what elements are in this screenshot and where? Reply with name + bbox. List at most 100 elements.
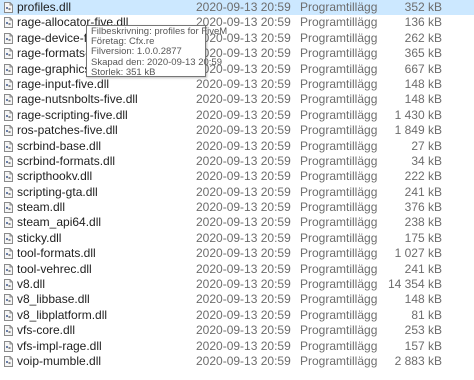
dll-file-icon bbox=[4, 32, 13, 44]
file-modified: 2020-09-13 20:59 bbox=[196, 153, 291, 168]
file-size: 175 kB bbox=[404, 230, 442, 245]
dll-file-icon bbox=[4, 355, 13, 367]
file-type: Programtillägg bbox=[300, 138, 378, 153]
file-name: scrbind-base.dll bbox=[17, 138, 102, 153]
file-modified: 2020-09-13 20:59 bbox=[196, 169, 291, 184]
file-name: v8_libbase.dll bbox=[17, 292, 90, 307]
file-name: rage-nutsnbolts-five.dll bbox=[17, 92, 138, 107]
file-size: 148 kB bbox=[404, 92, 442, 107]
file-name: rage-scripting-five.dll bbox=[17, 107, 128, 122]
file-modified: 2020-09-13 20:59 bbox=[196, 107, 291, 122]
file-name: ros-patches-five.dll bbox=[17, 123, 118, 138]
file-row[interactable]: ros-patches-five.dll 2020-09-13 20:59 Prog… bbox=[0, 123, 474, 138]
file-row[interactable]: v8_libplatform.dll 2020-09-13 20:59 Progra… bbox=[0, 308, 474, 323]
file-size: 238 kB bbox=[404, 215, 442, 230]
file-row[interactable]: steam_api64.dll 2020-09-13 20:59 Programti… bbox=[0, 215, 474, 230]
dll-file-icon bbox=[4, 63, 13, 75]
file-name: steam.dll bbox=[17, 200, 66, 215]
file-type: Programtillägg bbox=[300, 0, 378, 14]
file-name: vfs-impl-rage.dll bbox=[17, 338, 102, 353]
file-modified: 2020-09-13 20:59 bbox=[196, 76, 291, 91]
file-size: 1 430 kB bbox=[394, 107, 442, 122]
file-modified: 2020-09-13 20:59 bbox=[196, 338, 291, 353]
file-row[interactable]: rage-scripting-five.dll 2020-09-13 20:59 P… bbox=[0, 108, 474, 123]
file-row[interactable]: sticky.dll 2020-09-13 20:59 Programtillägg… bbox=[0, 231, 474, 246]
file-size: 148 kB bbox=[404, 76, 442, 91]
file-size: 34 kB bbox=[411, 153, 442, 168]
file-name: rage-input-five.dll bbox=[17, 76, 110, 91]
file-row[interactable]: scripting-gta.dll 2020-09-13 20:59 Program… bbox=[0, 185, 474, 200]
file-type: Programtillägg bbox=[300, 353, 378, 368]
dll-file-icon bbox=[4, 109, 13, 121]
dll-file-icon bbox=[4, 294, 13, 306]
dll-file-icon bbox=[4, 217, 13, 229]
file-row[interactable]: rage-nutsnbolts-five.dll 2020-09-13 20:59… bbox=[0, 92, 474, 107]
file-size: 667 kB bbox=[404, 61, 442, 76]
file-type: Programtillägg bbox=[300, 107, 378, 122]
file-type: Programtillägg bbox=[300, 261, 378, 276]
file-row[interactable]: profiles.dll 2020-09-13 20:59 Programtillä… bbox=[0, 0, 474, 16]
file-size: 2 883 kB bbox=[394, 353, 442, 368]
file-row[interactable]: v8.dll 2020-09-13 20:59 Programtillägg 14 3… bbox=[0, 277, 474, 292]
file-row[interactable]: rage-input-five.dll 2020-09-13 20:59 Progr… bbox=[0, 77, 474, 92]
dll-file-icon bbox=[4, 340, 13, 352]
file-row[interactable]: scrbind-base.dll 2020-09-13 20:59 Programt… bbox=[0, 139, 474, 154]
dll-file-icon bbox=[4, 232, 13, 244]
file-row[interactable]: v8_libbase.dll 2020-09-13 20:59 Programtil… bbox=[0, 292, 474, 307]
file-name: scrbind-formats.dll bbox=[17, 153, 116, 168]
file-type: Programtillägg bbox=[300, 92, 378, 107]
file-size: 365 kB bbox=[404, 46, 442, 61]
file-row[interactable]: rage-device-five.dll 2020-09-13 20:59 Prog… bbox=[0, 31, 474, 46]
file-name: sticky.dll bbox=[17, 230, 62, 245]
file-type: Programtillägg bbox=[300, 184, 378, 199]
file-type: Programtillägg bbox=[300, 338, 378, 353]
file-size: 1 027 kB bbox=[394, 246, 442, 261]
file-row[interactable]: scrbind-formats.dll 2020-09-13 20:59 Progr… bbox=[0, 154, 474, 169]
dll-file-icon bbox=[4, 248, 13, 260]
file-size: 241 kB bbox=[404, 261, 442, 276]
file-size: 376 kB bbox=[404, 200, 442, 215]
file-name: tool-vehrec.dll bbox=[17, 261, 92, 276]
file-type: Programtillägg bbox=[300, 200, 378, 215]
dll-file-icon bbox=[4, 94, 13, 106]
file-row[interactable]: rage-allocator-five.dll 2020-09-13 20:59 P… bbox=[0, 15, 474, 30]
file-modified: 2020-09-13 20:59 bbox=[196, 292, 291, 307]
file-name: scripthookv.dll bbox=[17, 169, 93, 184]
dll-file-icon bbox=[4, 17, 13, 29]
file-type: Programtillägg bbox=[300, 307, 378, 322]
dll-file-icon bbox=[4, 155, 13, 167]
file-row[interactable]: steam.dll 2020-09-13 20:59 Programtillägg 3… bbox=[0, 200, 474, 215]
file-type: Programtillägg bbox=[300, 246, 378, 261]
file-size: 241 kB bbox=[404, 184, 442, 199]
file-size: 157 kB bbox=[404, 338, 442, 353]
file-row[interactable]: rage-formats-x.dll 2020-09-13 20:59 Progra… bbox=[0, 46, 474, 61]
file-name: profiles.dll bbox=[17, 0, 72, 14]
file-row[interactable]: rage-graphics-five.dll 2020-09-13 20:59 Pr… bbox=[0, 62, 474, 77]
file-row[interactable]: tool-vehrec.dll 2020-09-13 20:59 Programti… bbox=[0, 262, 474, 277]
file-size: 14 354 kB bbox=[387, 277, 442, 292]
file-row[interactable]: scripthookv.dll 2020-09-13 20:59 Programti… bbox=[0, 169, 474, 184]
file-row[interactable]: voip-mumble.dll 2020-09-13 20:59 Programti… bbox=[0, 354, 474, 369]
file-type: Programtillägg bbox=[300, 277, 378, 292]
file-type: Programtillägg bbox=[300, 76, 378, 91]
dll-file-icon bbox=[4, 48, 13, 60]
file-modified: 2020-09-13 20:59 bbox=[196, 200, 291, 215]
file-row[interactable]: tool-formats.dll 2020-09-13 20:59 Programt… bbox=[0, 246, 474, 261]
file-row[interactable]: vfs-impl-rage.dll 2020-09-13 20:59 Program… bbox=[0, 339, 474, 354]
file-type: Programtillägg bbox=[300, 153, 378, 168]
file-info-tooltip: Filbeskrivning: profiles for FiveM Föret… bbox=[86, 25, 227, 78]
file-modified: 2020-09-13 20:59 bbox=[196, 277, 291, 292]
file-size: 1 849 kB bbox=[394, 123, 442, 138]
file-modified: 2020-09-13 20:59 bbox=[196, 246, 291, 261]
dll-file-icon bbox=[4, 78, 13, 90]
file-type: Programtillägg bbox=[300, 46, 378, 61]
file-modified: 2020-09-13 20:59 bbox=[196, 184, 291, 199]
file-name: tool-formats.dll bbox=[17, 246, 96, 261]
file-type: Programtillägg bbox=[300, 323, 378, 338]
dll-file-icon bbox=[4, 171, 13, 183]
file-size: 253 kB bbox=[404, 323, 442, 338]
file-row[interactable]: vfs-core.dll 2020-09-13 20:59 Programtillä… bbox=[0, 323, 474, 338]
file-size: 148 kB bbox=[404, 292, 442, 307]
tooltip-size: Storlek: 351 kB bbox=[91, 66, 156, 78]
dll-file-icon bbox=[4, 140, 13, 152]
